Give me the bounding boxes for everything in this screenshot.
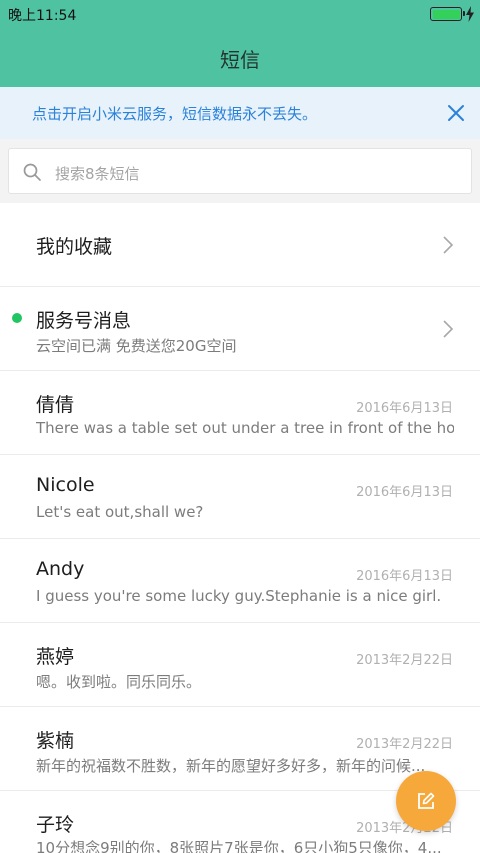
contact-name: 倩倩 <box>36 394 75 416</box>
cloud-sync-banner[interactable]: 点击开启小米云服务，短信数据永不丢失。 <box>0 87 480 139</box>
search-input[interactable]: 搜索8条短信 <box>8 148 472 194</box>
message-preview: 10分想念9别的你，8张照片7张是你，6只小狗5只像你，4... <box>36 839 442 853</box>
service-messages-row[interactable]: 服务号消息 云空间已满 免费送您20G空间 <box>0 287 480 371</box>
favorites-row[interactable]: 我的收藏 <box>0 203 480 287</box>
message-date: 2013年2月22日 <box>356 653 453 668</box>
chevron-right-icon <box>443 320 454 338</box>
app-header: 晚上11:54 短信 <box>0 0 480 87</box>
compose-icon <box>418 792 435 809</box>
banner-text: 点击开启小米云服务，短信数据永不丢失。 <box>32 105 318 123</box>
message-preview: I guess you're some lucky guy.Stephanie … <box>36 587 442 605</box>
battery-icon <box>430 7 465 21</box>
chevron-right-icon <box>443 236 454 254</box>
close-icon[interactable] <box>446 103 466 123</box>
conversation-row[interactable]: Nicole 2016年6月13日 Let's eat out,shall we… <box>0 455 480 539</box>
page-title: 短信 <box>220 48 260 72</box>
search-icon <box>23 163 41 181</box>
message-date: 2013年2月22日 <box>356 737 453 752</box>
contact-name: 子玲 <box>36 814 75 836</box>
unread-dot <box>12 313 22 323</box>
service-preview: 云空间已满 免费送您20G空间 <box>36 337 237 355</box>
contact-name: Andy <box>36 558 85 580</box>
search-placeholder: 搜索8条短信 <box>55 165 140 183</box>
status-bar: 晚上11:54 <box>0 0 480 28</box>
compose-button[interactable] <box>396 771 456 831</box>
status-time: 晚上11:54 <box>8 8 77 24</box>
service-title: 服务号消息 <box>36 310 132 332</box>
conversation-row[interactable]: 倩倩 2016年6月13日 There was a table set out … <box>0 371 480 455</box>
contact-name: Nicole <box>36 474 95 496</box>
conversation-row[interactable]: 燕婷 2013年2月22日 嗯。收到啦。同乐同乐。 <box>0 623 480 707</box>
charging-icon <box>466 6 474 22</box>
contact-name: 紫楠 <box>36 730 75 752</box>
message-date: 2016年6月13日 <box>356 485 453 500</box>
message-date: 2016年6月13日 <box>356 569 453 584</box>
contact-name: 燕婷 <box>36 646 75 668</box>
message-preview: There was a table set out under a tree i… <box>36 419 454 437</box>
conversation-row[interactable]: Andy 2016年6月13日 I guess you're some luck… <box>0 539 480 623</box>
search-area: 搜索8条短信 <box>0 139 480 203</box>
message-date: 2016年6月13日 <box>356 401 453 416</box>
message-preview: Let's eat out,shall we? <box>36 503 204 521</box>
message-preview: 嗯。收到啦。同乐同乐。 <box>36 673 202 691</box>
favorites-label: 我的收藏 <box>36 236 113 258</box>
message-preview: 新年的祝福数不胜数，新年的愿望好多好多，新年的问候... <box>36 757 426 775</box>
